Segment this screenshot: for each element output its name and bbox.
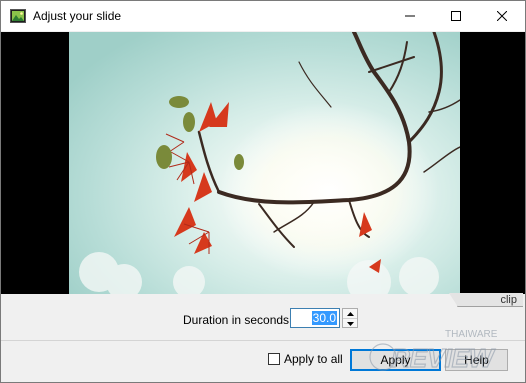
duration-input[interactable]: 30.0 <box>290 308 340 328</box>
window-title: Adjust your slide <box>33 9 122 23</box>
duration-stepper[interactable] <box>342 308 358 328</box>
close-icon <box>497 11 507 21</box>
arrow-down-icon <box>346 321 354 326</box>
spin-up-button[interactable] <box>343 309 357 319</box>
clip-tab-label: clip <box>500 294 517 306</box>
title-bar[interactable]: Adjust your slide <box>1 1 525 31</box>
duration-value: 30.0 <box>311 311 337 325</box>
help-button[interactable]: Help <box>445 349 508 371</box>
slide-preview <box>1 32 525 294</box>
slide-photo <box>69 32 460 294</box>
app-image-icon <box>10 8 26 24</box>
apply-to-all-checkbox[interactable]: Apply to all <box>268 352 343 366</box>
apply-button[interactable]: Apply <box>350 349 441 371</box>
clip-tab[interactable]: clip <box>449 293 523 307</box>
minimize-icon <box>405 15 415 17</box>
arrow-up-icon <box>346 311 354 316</box>
apply-button-label: Apply <box>380 353 411 367</box>
help-button-label: Help <box>464 353 489 367</box>
checkbox-box[interactable] <box>268 353 280 365</box>
minimize-button[interactable] <box>387 1 433 31</box>
duration-label: Duration in seconds: <box>183 313 293 327</box>
maximize-button[interactable] <box>433 1 479 31</box>
apply-to-all-label: Apply to all <box>284 352 343 366</box>
maximize-icon <box>451 11 461 21</box>
duration-row: Duration in seconds: 30.0 <box>1 308 525 332</box>
adjust-slide-dialog: Adjust your slide clip Duration in secon… <box>0 0 526 383</box>
footer-separator <box>1 340 525 341</box>
spin-down-button[interactable] <box>343 319 357 328</box>
close-button[interactable] <box>479 1 525 31</box>
